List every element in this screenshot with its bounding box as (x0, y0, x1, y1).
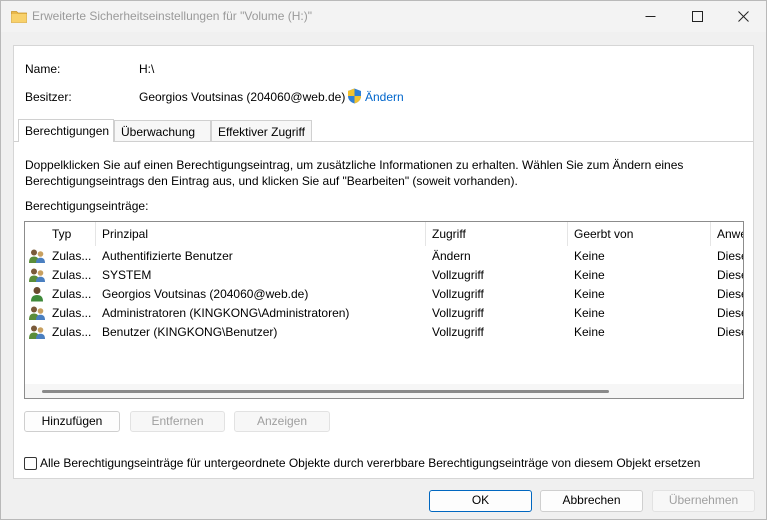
group-icon (29, 268, 45, 282)
main-panel: Name: H:\ Besitzer: Georgios Voutsinas (… (13, 45, 754, 479)
row-applies: Diese (717, 268, 743, 282)
row-type: Zulas... (52, 268, 92, 282)
view-button[interactable]: Anzeigen (234, 411, 330, 432)
tab-permissions[interactable]: Berechtigungen (18, 119, 114, 142)
row-principal: Benutzer (KINGKONG\Benutzer) (102, 325, 278, 339)
change-owner-link[interactable]: Ändern (365, 90, 404, 104)
tab-divider (14, 141, 753, 142)
table-row[interactable]: Zulas... Benutzer (KINGKONG\Benutzer) Vo… (25, 323, 743, 342)
column-header-principal[interactable]: Prinzipal (96, 222, 426, 246)
row-type: Zulas... (52, 287, 92, 301)
tab-auditing[interactable]: Überwachung (114, 120, 211, 142)
row-access: Vollzugriff (432, 306, 484, 320)
cancel-button[interactable]: Abbrechen (540, 490, 643, 512)
row-type: Zulas... (52, 306, 92, 320)
name-label: Name: (25, 62, 61, 76)
permission-entries-list[interactable]: Typ Prinzipal Zugriff Geerbt von Anwe Zu… (24, 221, 744, 399)
entries-label: Berechtigungseinträge: (25, 199, 149, 213)
row-inherited: Keine (574, 287, 605, 301)
row-inherited: Keine (574, 325, 605, 339)
ok-button[interactable]: OK (429, 490, 532, 512)
row-type: Zulas... (52, 325, 92, 339)
row-inherited: Keine (574, 268, 605, 282)
column-header-applies-to[interactable]: Anwe (711, 222, 743, 246)
table-row[interactable]: Zulas... Administratoren (KINGKONG\Admin… (25, 304, 743, 323)
row-applies: Diese (717, 287, 743, 301)
table-row[interactable]: Zulas... SYSTEM Vollzugriff Keine Diese (25, 266, 743, 285)
row-access: Vollzugriff (432, 268, 484, 282)
row-principal: Authentifizierte Benutzer (102, 249, 233, 263)
group-icon (29, 306, 45, 320)
row-applies: Diese (717, 249, 743, 263)
maximize-button[interactable] (674, 1, 720, 32)
permissions-description: Doppelklicken Sie auf einen Berechtigung… (25, 158, 684, 188)
scrollbar-thumb[interactable] (42, 390, 609, 393)
replace-child-permissions-label[interactable]: Alle Berechtigungseinträge für untergeor… (40, 456, 700, 470)
row-access: Vollzugriff (432, 287, 484, 301)
row-applies: Diese (717, 325, 743, 339)
uac-shield-icon (348, 88, 361, 104)
title-bar[interactable]: Erweiterte Sicherheitseinstellungen für … (1, 1, 766, 32)
remove-button[interactable]: Entfernen (130, 411, 225, 432)
add-button[interactable]: Hinzufügen (24, 411, 120, 432)
close-button[interactable] (720, 1, 766, 32)
row-applies: Diese (717, 306, 743, 320)
row-principal: SYSTEM (102, 268, 152, 282)
security-settings-window: Erweiterte Sicherheitseinstellungen für … (0, 0, 767, 520)
owner-label: Besitzer: (25, 90, 72, 104)
minimize-icon (645, 16, 655, 17)
folder-icon (11, 11, 27, 23)
close-icon (737, 11, 749, 22)
row-access: Vollzugriff (432, 325, 484, 339)
row-principal: Georgios Voutsinas (204060@web.de) (102, 287, 309, 301)
minimize-button[interactable] (627, 1, 673, 32)
group-icon (29, 325, 45, 339)
window-title: Erweiterte Sicherheitseinstellungen für … (32, 9, 312, 23)
row-principal: Administratoren (KINGKONG\Administratore… (102, 306, 350, 320)
replace-child-permissions-checkbox[interactable] (24, 457, 37, 470)
table-row[interactable]: Zulas... Georgios Voutsinas (204060@web.… (25, 285, 743, 304)
apply-button[interactable]: Übernehmen (652, 490, 755, 512)
column-header-type[interactable]: Typ (25, 222, 96, 246)
group-icon (29, 249, 45, 263)
horizontal-scrollbar[interactable] (25, 384, 743, 398)
table-row[interactable]: Zulas... Authentifizierte Benutzer Änder… (25, 247, 743, 266)
row-inherited: Keine (574, 306, 605, 320)
row-access: Ändern (432, 249, 471, 263)
owner-value: Georgios Voutsinas (204060@web.de) (139, 90, 346, 104)
name-value: H:\ (139, 62, 155, 76)
column-header-access[interactable]: Zugriff (426, 222, 568, 246)
tab-effective-access[interactable]: Effektiver Zugriff (211, 120, 312, 142)
column-header-inherited[interactable]: Geerbt von (568, 222, 711, 246)
user-icon (31, 287, 43, 302)
row-inherited: Keine (574, 249, 605, 263)
maximize-icon (691, 11, 703, 22)
row-type: Zulas... (52, 249, 92, 263)
